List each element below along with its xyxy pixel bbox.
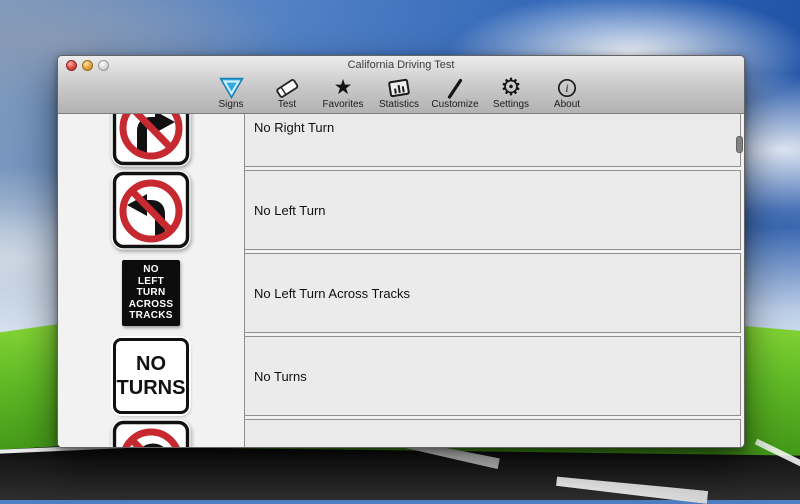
- toolbar-item-favorites[interactable]: ★ Favorites: [315, 74, 371, 113]
- list-item[interactable]: NO LEFT TURN ACROSS TRACKS No Left Turn …: [58, 253, 744, 333]
- no-left-turn-across-tracks-sign: NO LEFT TURN ACROSS TRACKS: [58, 253, 244, 333]
- toolbar-label: Favorites: [322, 99, 364, 110]
- no-left-turn-sign: [58, 170, 244, 250]
- title-bar[interactable]: California Driving Test: [58, 56, 744, 74]
- toolbar-item-about[interactable]: i About: [539, 74, 595, 113]
- pen-icon: [445, 77, 465, 99]
- sign-text-line: TURN: [136, 287, 166, 299]
- sign-label: No Left Turn: [254, 202, 326, 218]
- sign-label: No Turns: [254, 368, 307, 384]
- toolbar-label: About: [553, 99, 581, 110]
- zoom-button[interactable]: [98, 60, 109, 71]
- no-right-turn-sign: [58, 114, 244, 167]
- sign-label-cell[interactable]: No Right Turn: [244, 114, 741, 167]
- star-icon: ★: [333, 76, 353, 99]
- sign-text-line: NO: [143, 264, 159, 276]
- scrollbar-thumb[interactable]: [736, 136, 743, 153]
- toolbar-label: Test: [277, 99, 297, 110]
- list-item[interactable]: No Right Turn: [58, 114, 744, 167]
- sign-text-line: NO: [136, 353, 166, 375]
- sign-text-line: LEFT: [137, 275, 165, 287]
- close-button[interactable]: [66, 60, 77, 71]
- sign-label-cell[interactable]: No Left Turn: [244, 170, 741, 250]
- chart-icon: [386, 77, 412, 99]
- toolbar-item-signs[interactable]: Signs: [203, 74, 259, 113]
- sign-text-line: TRACKS: [129, 310, 173, 322]
- window-chrome: California Driving Test Signs Test ★ Fav…: [58, 56, 744, 114]
- toolbar-label: Customize: [431, 99, 479, 110]
- toolbar-item-customize[interactable]: Customize: [427, 74, 483, 113]
- gear-icon: ⚙: [500, 74, 522, 101]
- sign-label: No Left Turn Across Tracks: [254, 285, 411, 301]
- toolbar-label: Signs: [218, 99, 244, 110]
- sign-label: No Right Turn: [254, 119, 335, 135]
- toolbar-item-test[interactable]: Test: [259, 74, 315, 113]
- yield-triangle-icon: [218, 77, 244, 99]
- list-item[interactable]: [58, 419, 744, 447]
- toolbar-label: Statistics: [378, 99, 419, 110]
- svg-text:i: i: [565, 83, 568, 95]
- toolbar: Signs Test ★ Favorites Statistics Custom…: [58, 74, 744, 113]
- app-window: California Driving Test Signs Test ★ Fav…: [57, 55, 745, 448]
- signs-list-view: No Right Turn No Left Turn NO LEFT TURN …: [58, 114, 744, 447]
- sign-label-cell[interactable]: No Turns: [244, 336, 741, 416]
- toolbar-label: Settings: [492, 99, 530, 110]
- no-u-turn-sign: [58, 419, 244, 447]
- info-icon: i: [556, 77, 578, 99]
- list-item[interactable]: NO TURNS No Turns: [58, 336, 744, 416]
- eraser-icon: [274, 77, 300, 99]
- sign-text-line: TURNS: [116, 377, 186, 399]
- no-turns-sign: NO TURNS: [58, 336, 244, 416]
- signs-list: No Right Turn No Left Turn NO LEFT TURN …: [58, 114, 744, 447]
- sign-label-cell[interactable]: [244, 419, 741, 447]
- toolbar-item-statistics[interactable]: Statistics: [371, 74, 427, 113]
- toolbar-item-settings[interactable]: ⚙ Settings: [483, 74, 539, 113]
- list-item[interactable]: No Left Turn: [58, 170, 744, 250]
- traffic-light-buttons: [66, 60, 109, 71]
- sign-text-line: ACROSS: [128, 298, 174, 310]
- sign-label-cell[interactable]: No Left Turn Across Tracks: [244, 253, 741, 333]
- window-title: California Driving Test: [347, 59, 455, 71]
- minimize-button[interactable]: [82, 60, 93, 71]
